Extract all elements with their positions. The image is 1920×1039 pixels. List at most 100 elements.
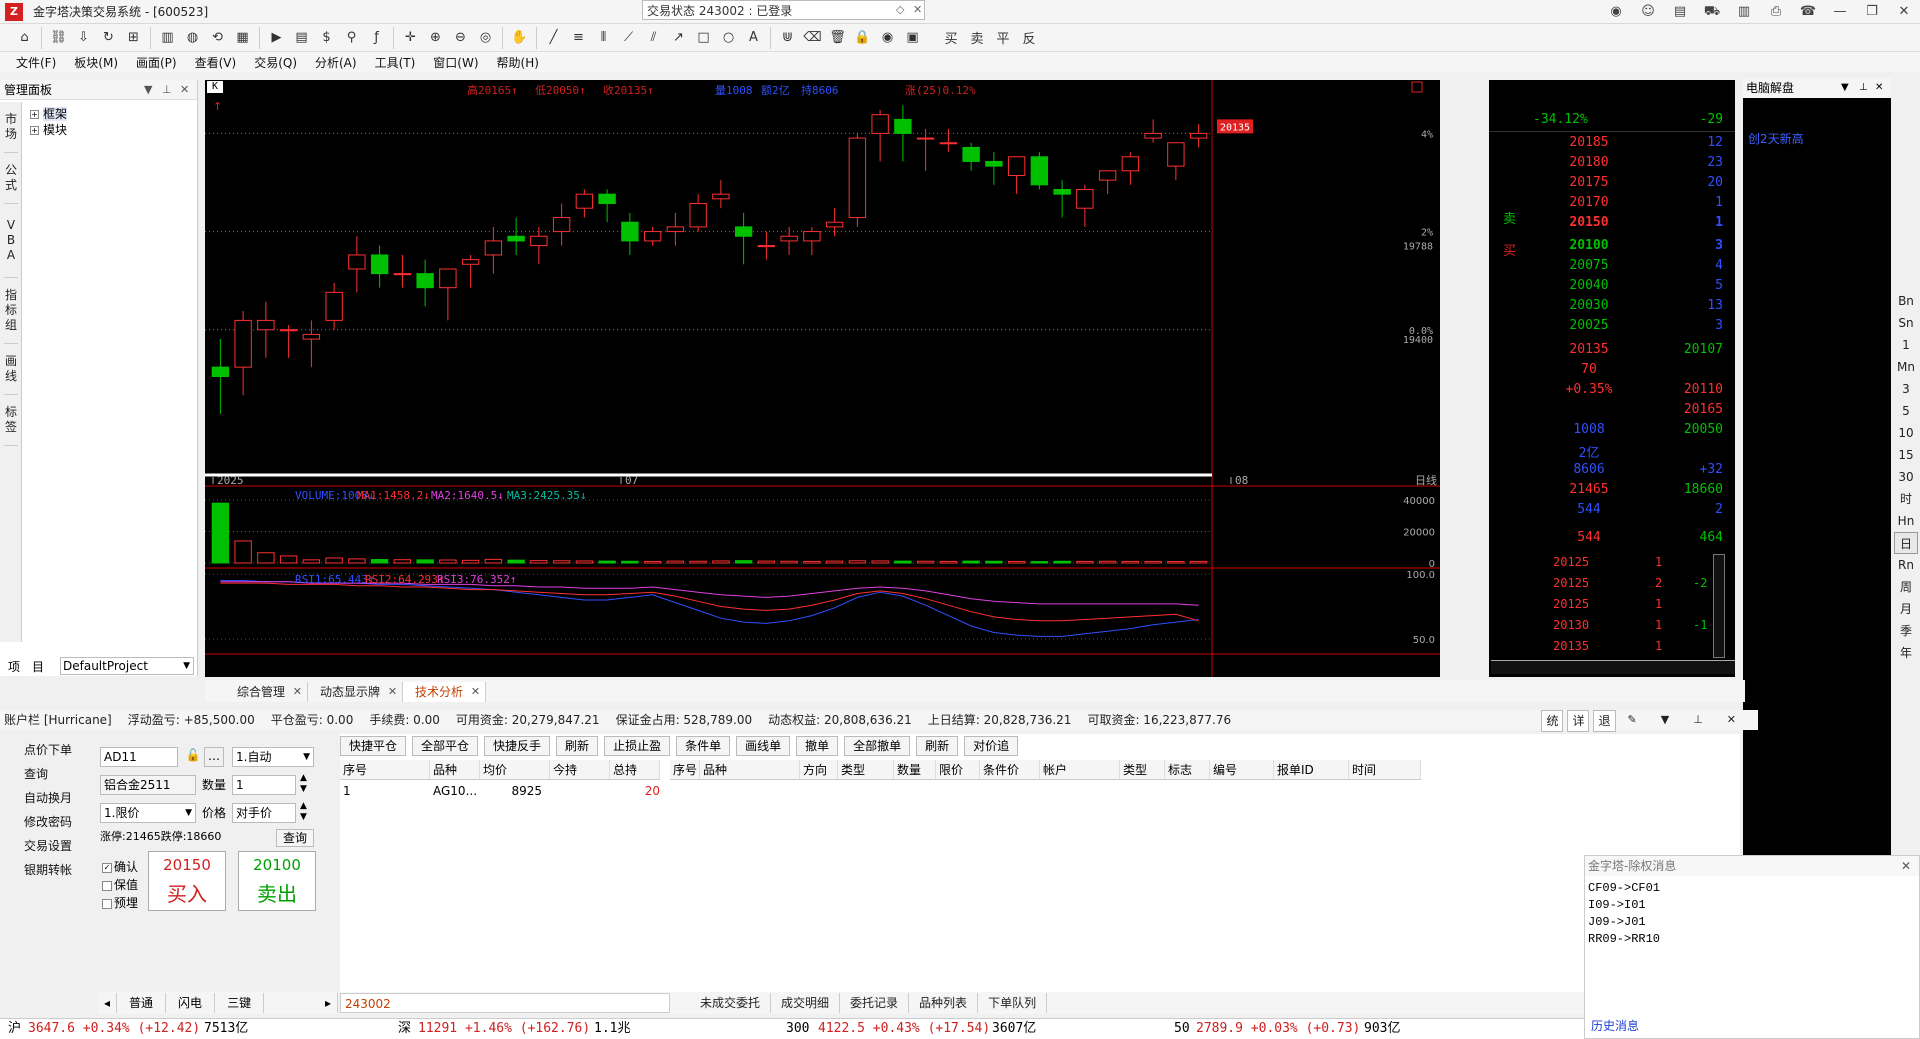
tab-project-2[interactable]: 目 [32, 658, 44, 675]
project-select[interactable]: DefaultProject ▼ [60, 657, 194, 675]
eraser-icon[interactable]: ⌫ [800, 27, 825, 49]
period-15[interactable]: 季 [1894, 620, 1918, 642]
close-icon[interactable]: ✕ [1727, 710, 1736, 732]
hand-icon[interactable]: ✋ [507, 27, 532, 49]
hedge-checkbox[interactable]: 保值 [102, 876, 138, 893]
stat-row[interactable]: +0.35% 20110 [1489, 382, 1735, 402]
order-action-3[interactable]: 刷新 [556, 736, 599, 756]
kline-chart[interactable]: 4% 2% 19788 0.0% 19400 20135 ↑ 2025 07 08 日线 40000 2… [205, 80, 1440, 677]
refresh-icon[interactable]: ↻ [96, 27, 121, 49]
download-icon[interactable]: ⇩ [71, 27, 96, 49]
account-id-tab[interactable]: 243002 [340, 993, 670, 1013]
orders-col-5[interactable]: 限价 [936, 760, 980, 779]
save-icon[interactable]: ▣ [900, 27, 925, 49]
period-2[interactable]: 1 [1894, 334, 1918, 356]
tree-item[interactable]: + 模块 [30, 122, 67, 138]
mode-tab-0[interactable]: 普通 [117, 993, 167, 1013]
orders-col-11[interactable]: 报单ID [1274, 760, 1349, 779]
arrow-tool-icon[interactable]: ↗ [666, 27, 691, 49]
account-ctrl-2[interactable]: 退 [1593, 710, 1616, 732]
record-tab-1[interactable]: 成交明细 [771, 993, 841, 1013]
panel-tab-4[interactable]: 画线 [4, 344, 18, 395]
stat-row[interactable]: 20165 [1489, 402, 1735, 422]
refresh2-icon[interactable]: ⟲ [205, 27, 230, 49]
ask-row[interactable]: 20185 12 [1489, 135, 1735, 155]
panel-tab-0[interactable]: 市场 [4, 102, 18, 153]
quantity-stepper[interactable]: ▲ ▼ [300, 773, 307, 795]
dropdown-icon[interactable]: ▼ [1661, 710, 1669, 732]
period-16[interactable]: 年 [1894, 642, 1918, 664]
settings-icon[interactable]: ✎ [1628, 710, 1637, 732]
pin-icon[interactable]: ◇ [896, 3, 904, 16]
support-icon[interactable]: ☎ [1792, 0, 1824, 24]
minimize-icon[interactable]: — [1824, 0, 1856, 24]
bid-row[interactable]: 20025 3 [1489, 318, 1735, 338]
contract-code-input[interactable]: AD11 [100, 747, 178, 767]
chart-bar-icon[interactable]: ▥ [155, 27, 180, 49]
bid-row[interactable]: 20030 13 [1489, 298, 1735, 318]
pin-icon[interactable]: ⊥ [162, 80, 172, 100]
trade-menu-item-0[interactable]: 点价下单 [0, 738, 96, 762]
menu-item-1[interactable]: 板块(M) [74, 54, 118, 71]
function-icon[interactable]: ƒ [364, 27, 389, 49]
order-action-5[interactable]: 条件单 [676, 736, 731, 756]
close-icon[interactable]: ✕ [471, 682, 480, 702]
order-action-4[interactable]: 止损止盈 [604, 736, 671, 756]
trade-menu-item-2[interactable]: 自动换月 [0, 786, 96, 810]
close-icon[interactable]: ✕ [1888, 0, 1920, 24]
link-icon[interactable]: ⛓ [46, 27, 71, 49]
line-tool-icon[interactable]: ╱ [541, 27, 566, 49]
panel-tab-5[interactable]: 标签 [4, 395, 18, 446]
bid-row[interactable]: 20100 3 [1489, 238, 1735, 258]
orders-col-10[interactable]: 编号 [1210, 760, 1274, 779]
orders-col-12[interactable]: 时间 [1349, 760, 1421, 779]
period-12[interactable]: Rn [1894, 554, 1918, 576]
orders-col-8[interactable]: 类型 [1120, 760, 1165, 779]
hline-tool-icon[interactable]: ≡ [566, 27, 591, 49]
analysis-signal-link[interactable]: 创2天新高 [1748, 130, 1804, 147]
period-7[interactable]: 15 [1894, 444, 1918, 466]
close-icon[interactable]: ✕ [388, 682, 397, 702]
stats-icon[interactable]: ▥ [1728, 0, 1760, 24]
close-icon[interactable]: ✕ [1901, 856, 1911, 876]
stat-row[interactable]: 20135 20107 [1489, 342, 1735, 362]
play-icon[interactable]: ▶ [264, 27, 289, 49]
cross-cursor-icon[interactable]: ✛ [398, 27, 423, 49]
trade-status-popup[interactable]: 交易状态 243002 : 已登录 ◇ ✕ [642, 0, 925, 20]
table-row[interactable]: 1 AG10... 8925 20 [340, 782, 660, 800]
vline-tool-icon[interactable]: ⦀ [591, 27, 616, 49]
tab-0[interactable]: 综合管理 ✕ [225, 682, 309, 702]
period-10[interactable]: Hn [1894, 510, 1918, 532]
chart-mode-badge[interactable]: K [207, 81, 223, 93]
lock-icon[interactable]: 🔒 [850, 27, 875, 49]
menu-item-0[interactable]: 文件(F) [16, 54, 56, 71]
user-icon[interactable]: ☺ [1632, 0, 1664, 24]
magnet-icon[interactable]: ⋓ [775, 27, 800, 49]
menu-item-3[interactable]: 查看(V) [195, 54, 237, 71]
dropdown-icon[interactable]: ▼ [1841, 78, 1849, 98]
menu-item-4[interactable]: 交易(Q) [254, 54, 297, 71]
auto-mode-select[interactable]: 1.自动 ▼ [232, 747, 314, 767]
ask-row[interactable]: 20150 1 [1489, 215, 1735, 235]
circle-tool-icon[interactable]: ○ [716, 27, 741, 49]
close-icon[interactable]: ✕ [180, 80, 189, 100]
chevron-right-icon[interactable]: ▸ [319, 993, 338, 1013]
menu-item-2[interactable]: 画面(P) [136, 54, 177, 71]
chart-canvas[interactable]: 4%2%197880.0%1940020135↑2025 07 08 日线400002… [205, 80, 1440, 677]
tab-2[interactable]: 技术分析 ✕ [403, 682, 487, 702]
order-action-6[interactable]: 画线单 [736, 736, 791, 756]
dropdown-icon[interactable]: ▼ [144, 80, 152, 100]
period-0[interactable]: Bn [1894, 290, 1918, 312]
order-action-0[interactable]: 快捷平仓 [340, 736, 407, 756]
positions-col-2[interactable]: 均价 [480, 760, 550, 779]
positions-col-1[interactable]: 品种 [430, 760, 480, 779]
price-input[interactable]: 对手价 [232, 803, 296, 823]
document-icon[interactable]: ▤ [1664, 0, 1696, 24]
globe-icon[interactable]: ◍ [180, 27, 205, 49]
quick-trade-button-3[interactable]: 反 [1017, 28, 1041, 47]
panel-tab-1[interactable]: 公式 [4, 153, 18, 204]
restore-icon[interactable]: ❐ [1856, 0, 1888, 24]
period-1[interactable]: Sn [1894, 312, 1918, 334]
expand-icon[interactable]: + [30, 126, 39, 135]
period-8[interactable]: 30 [1894, 466, 1918, 488]
